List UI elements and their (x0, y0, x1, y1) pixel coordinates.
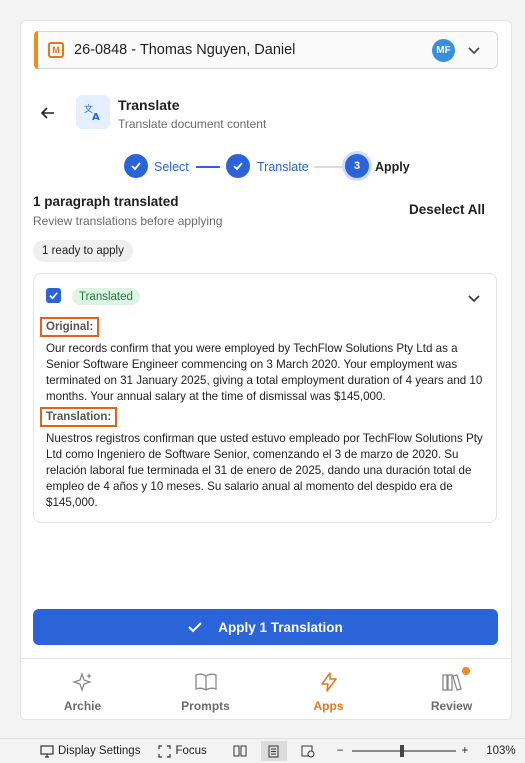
bottom-tab-bar: Archie Prompts Apps Review (21, 658, 511, 719)
focus-icon (158, 744, 172, 758)
tab-label: Prompts (181, 699, 230, 713)
check-icon (188, 622, 202, 633)
apply-translation-button[interactable]: Apply 1 Translation (33, 609, 498, 645)
tool-header: 文A Translate Translate document content (34, 91, 494, 141)
step-connector (314, 166, 342, 168)
translate-icon: 文A (76, 95, 110, 129)
matter-title: 26-0848 - Thomas Nguyen, Daniel (74, 42, 296, 58)
display-settings-label: Display Settings (58, 745, 141, 757)
translation-label: Translation: (40, 407, 118, 427)
read-mode-icon (233, 745, 247, 757)
lightning-icon (320, 672, 337, 692)
tab-prompts[interactable]: Prompts (144, 659, 267, 719)
tab-label: Archie (63, 699, 102, 713)
paragraph-checkbox[interactable] (46, 288, 61, 303)
web-layout-icon (301, 745, 315, 757)
zoom-slider[interactable] (351, 745, 456, 757)
translation-card: Translated Original: Our records confirm… (33, 273, 497, 523)
original-label: Original: (40, 317, 100, 337)
translation-text: Nuestros registros confirman que usted e… (46, 432, 483, 509)
print-layout-button[interactable] (260, 741, 287, 761)
chevron-down-icon[interactable] (465, 41, 483, 59)
back-arrow-icon[interactable] (38, 103, 58, 123)
step-translate-label: Translate (257, 160, 309, 174)
tab-archie[interactable]: Archie (21, 659, 144, 719)
step-number: 3 (345, 154, 369, 178)
tab-review[interactable]: Review (390, 659, 511, 719)
zoom-out-button[interactable]: − (337, 745, 344, 757)
summary-subtitle: Review translations before applying (33, 214, 223, 228)
read-mode-button[interactable] (227, 741, 253, 761)
svg-text:A: A (92, 112, 100, 122)
page-subtitle: Translate document content (118, 117, 267, 131)
tab-apps[interactable]: Apps (267, 659, 390, 719)
chevron-down-icon[interactable] (466, 290, 482, 306)
matter-icon: M (48, 42, 64, 58)
matter-selector[interactable]: M 26-0848 - Thomas Nguyen, Daniel MF (34, 31, 498, 69)
zoom-slider-thumb[interactable] (399, 745, 404, 757)
status-badge: Translated (72, 288, 140, 305)
print-layout-icon (268, 745, 279, 757)
tab-label: Review (430, 699, 473, 713)
focus-button[interactable]: Focus (158, 744, 207, 758)
focus-label: Focus (175, 745, 207, 757)
sparkle-icon (71, 671, 92, 693)
step-select-label: Select (154, 160, 189, 174)
step-complete-check-icon (226, 154, 250, 178)
step-complete-check-icon (124, 154, 148, 178)
book-icon (194, 673, 217, 691)
ready-count-pill: 1 ready to apply (33, 240, 133, 262)
notification-dot (462, 667, 470, 675)
zoom-level[interactable]: 103% (486, 745, 515, 757)
page-title: Translate (118, 97, 180, 113)
stepper: Select Translate 3 Apply (124, 153, 424, 179)
display-settings-button[interactable]: Display Settings (40, 744, 141, 758)
step-connector (196, 166, 220, 168)
word-status-bar: Display Settings Focus − + 103% (0, 738, 525, 763)
original-text: Our records confirm that you were employ… (46, 342, 483, 403)
display-settings-icon (40, 744, 54, 758)
add-in-panel: M 26-0848 - Thomas Nguyen, Daniel MF 文A … (20, 20, 512, 720)
tab-label: Apps (313, 699, 344, 713)
summary-title: 1 paragraph translated (33, 194, 179, 209)
library-icon (441, 674, 462, 691)
zoom-in-button[interactable]: + (462, 745, 469, 757)
web-layout-button[interactable] (295, 741, 321, 761)
step-apply-label: Apply (375, 160, 410, 174)
apply-button-label: Apply 1 Translation (218, 619, 343, 635)
avatar[interactable]: MF (432, 39, 455, 62)
deselect-all-button[interactable]: Deselect All (409, 202, 485, 217)
